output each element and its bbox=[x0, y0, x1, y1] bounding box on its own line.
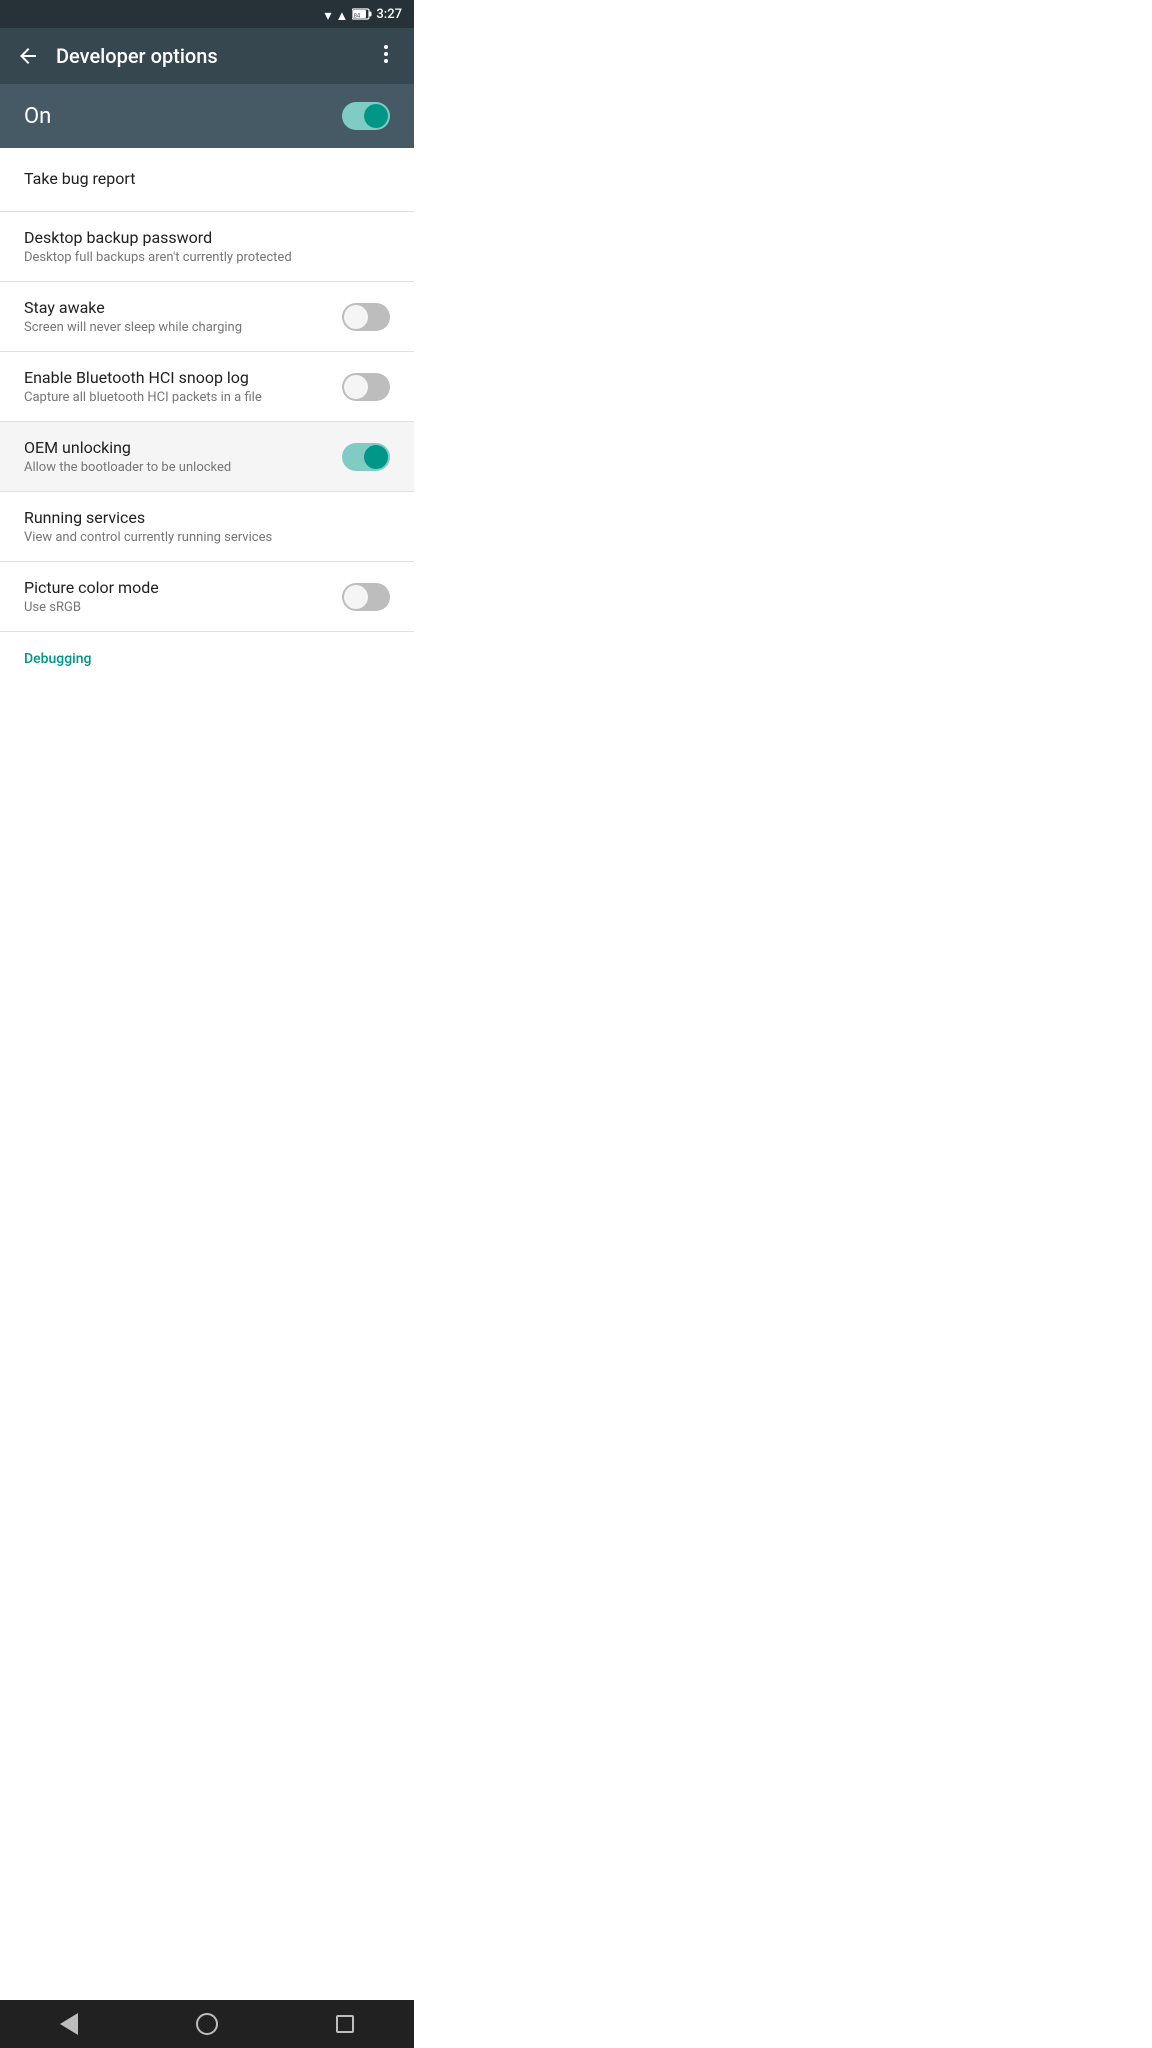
page-title: Developer options bbox=[56, 44, 358, 68]
nav-back-button[interactable] bbox=[39, 2000, 99, 2048]
oem-unlocking-toggle[interactable] bbox=[342, 443, 390, 471]
more-options-button[interactable] bbox=[374, 42, 398, 71]
on-label: On bbox=[24, 104, 51, 129]
battery-icon: 84 bbox=[352, 8, 372, 20]
toggle-knob bbox=[344, 305, 368, 329]
navigation-bar bbox=[0, 2000, 414, 2048]
setting-title-picture-color-mode: Picture color mode bbox=[24, 578, 342, 597]
setting-text-bluetooth-hci: Enable Bluetooth HCI snoop log Capture a… bbox=[24, 368, 342, 405]
setting-item-oem-unlocking[interactable]: OEM unlocking Allow the bootloader to be… bbox=[0, 422, 414, 492]
setting-title-running-services: Running services bbox=[24, 508, 390, 527]
toolbar: Developer options bbox=[0, 28, 414, 84]
toggle-knob bbox=[344, 375, 368, 399]
setting-subtitle-desktop-backup-password: Desktop full backups aren't currently pr… bbox=[24, 250, 390, 265]
developer-options-toggle-banner: On bbox=[0, 84, 414, 148]
nav-back-icon bbox=[60, 2013, 78, 2035]
toggle-knob bbox=[364, 104, 388, 128]
setting-text-stay-awake: Stay awake Screen will never sleep while… bbox=[24, 298, 342, 335]
setting-title-stay-awake: Stay awake bbox=[24, 298, 342, 317]
debugging-section-header: Debugging bbox=[0, 632, 414, 675]
setting-text-picture-color-mode: Picture color mode Use sRGB bbox=[24, 578, 342, 615]
wifi-icon bbox=[325, 5, 332, 24]
setting-title-desktop-backup-password: Desktop backup password bbox=[24, 228, 390, 247]
nav-recent-icon bbox=[336, 2015, 354, 2033]
status-icons: 84 3:27 bbox=[325, 5, 403, 24]
setting-subtitle-oem-unlocking: Allow the bootloader to be unlocked bbox=[24, 460, 342, 475]
setting-title-take-bug-report: Take bug report bbox=[24, 169, 390, 188]
setting-item-take-bug-report[interactable]: Take bug report bbox=[0, 148, 414, 212]
nav-home-icon bbox=[196, 2013, 218, 2035]
nav-recent-button[interactable] bbox=[315, 2000, 375, 2048]
setting-text-take-bug-report: Take bug report bbox=[24, 169, 390, 191]
setting-title-oem-unlocking: OEM unlocking bbox=[24, 438, 342, 457]
setting-item-running-services[interactable]: Running services View and control curren… bbox=[0, 492, 414, 562]
bluetooth-hci-toggle[interactable] bbox=[342, 373, 390, 401]
signal-icon bbox=[336, 5, 349, 24]
picture-color-mode-toggle[interactable] bbox=[342, 583, 390, 611]
toggle-knob bbox=[344, 585, 368, 609]
setting-item-stay-awake[interactable]: Stay awake Screen will never sleep while… bbox=[0, 282, 414, 352]
status-bar: 84 3:27 bbox=[0, 0, 414, 28]
toggle-knob bbox=[364, 445, 388, 469]
developer-options-toggle[interactable] bbox=[342, 102, 390, 130]
setting-subtitle-picture-color-mode: Use sRGB bbox=[24, 600, 342, 615]
setting-subtitle-running-services: View and control currently running servi… bbox=[24, 530, 390, 545]
back-button[interactable] bbox=[16, 44, 40, 68]
status-time: 3:27 bbox=[376, 7, 402, 22]
setting-text-oem-unlocking: OEM unlocking Allow the bootloader to be… bbox=[24, 438, 342, 475]
setting-subtitle-stay-awake: Screen will never sleep while charging bbox=[24, 320, 342, 335]
setting-subtitle-bluetooth-hci: Capture all bluetooth HCI packets in a f… bbox=[24, 390, 342, 405]
setting-text-running-services: Running services View and control curren… bbox=[24, 508, 390, 545]
setting-item-desktop-backup-password[interactable]: Desktop backup password Desktop full bac… bbox=[0, 212, 414, 282]
setting-item-bluetooth-hci[interactable]: Enable Bluetooth HCI snoop log Capture a… bbox=[0, 352, 414, 422]
setting-text-desktop-backup-password: Desktop backup password Desktop full bac… bbox=[24, 228, 390, 265]
setting-title-bluetooth-hci: Enable Bluetooth HCI snoop log bbox=[24, 368, 342, 387]
nav-home-button[interactable] bbox=[177, 2000, 237, 2048]
debugging-label: Debugging bbox=[24, 651, 91, 667]
stay-awake-toggle[interactable] bbox=[342, 303, 390, 331]
setting-item-picture-color-mode[interactable]: Picture color mode Use sRGB bbox=[0, 562, 414, 632]
settings-list: Take bug report Desktop backup password … bbox=[0, 148, 414, 675]
svg-text:84: 84 bbox=[354, 14, 361, 20]
